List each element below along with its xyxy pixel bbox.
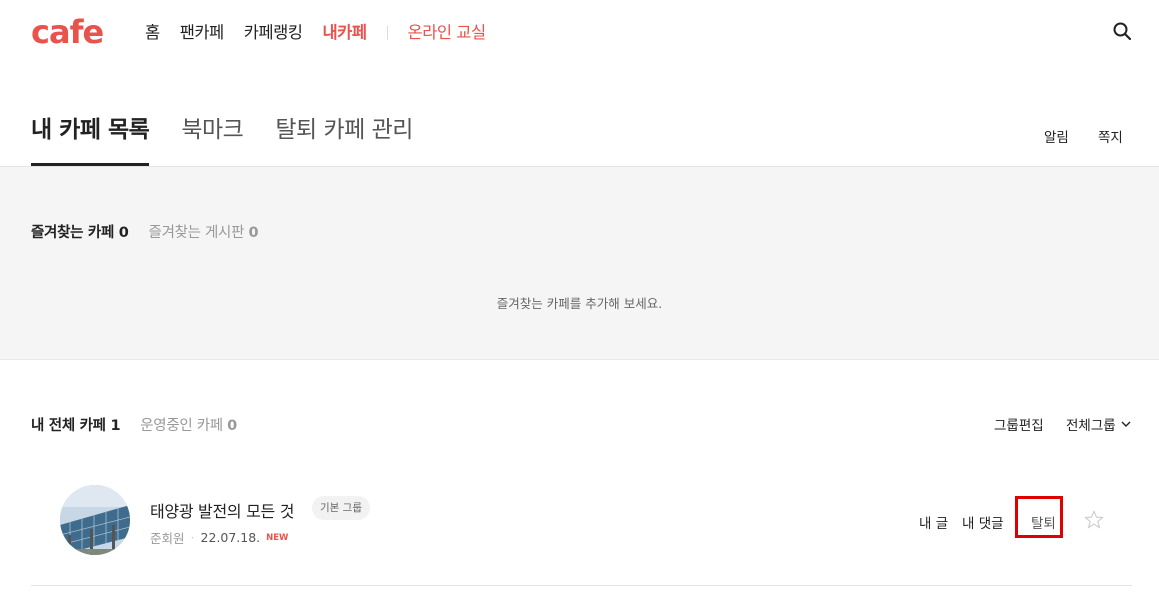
group-select-value: 전체그룹	[1066, 418, 1116, 434]
meta-separator: ·	[190, 530, 195, 545]
my-comments-link[interactable]: 내 댓글	[962, 512, 1004, 532]
tab-my-cafe-list[interactable]: 내 카페 목록	[31, 112, 150, 167]
alarm-link[interactable]: 알림	[1044, 126, 1069, 146]
cafe-meta: 준회원 · 22.07.18. NEW	[150, 528, 288, 547]
nav-home[interactable]: 홈	[145, 22, 160, 44]
group-select-dropdown[interactable]: 전체그룹	[1066, 414, 1132, 434]
managed-cafes-count: 0	[227, 418, 237, 434]
cafe-name-link[interactable]: 태양광 발전의 모든 것	[150, 498, 294, 522]
visit-date: 22.07.18.	[200, 530, 261, 545]
search-button[interactable]	[1111, 20, 1133, 42]
favorites-empty-message: 즐겨찾는 카페를 추가해 보세요.	[496, 296, 663, 311]
favorites-tabs: 즐겨찾는 카페 0 즐겨찾는 게시판 0	[31, 221, 278, 242]
cafe-list-item: 태양광 발전의 모든 것 기본 그룹 준회원 · 22.07.18. NEW 내…	[31, 466, 1132, 586]
favorite-star-button[interactable]	[1083, 509, 1105, 531]
tab-managed-cafes[interactable]: 운영중인 카페 0	[140, 414, 237, 435]
tab-all-cafes[interactable]: 내 전체 카페 1	[31, 414, 121, 435]
my-cafe-tabs: 내 카페 목록 북마크 탈퇴 카페 관리	[31, 112, 445, 167]
nav-online-class[interactable]: 온라인 교실	[408, 22, 487, 44]
tab-favorite-boards[interactable]: 즐겨찾는 게시판 0	[149, 221, 259, 242]
star-icon	[1084, 510, 1104, 529]
cafe-logo[interactable]: cafe	[31, 10, 104, 54]
cafe-thumbnail[interactable]	[60, 485, 130, 555]
group-edit-button[interactable]: 그룹편집	[994, 414, 1044, 434]
all-cafes-count: 1	[110, 418, 121, 434]
global-header: cafe 홈 팬카페 카페랭킹 내카페 온라인 교실	[0, 0, 1159, 66]
leave-cafe-button[interactable]: 탈퇴	[1031, 512, 1056, 532]
favorite-cafes-count: 0	[118, 225, 129, 241]
my-posts-link[interactable]: 내 글	[919, 512, 948, 532]
nav-cafe-ranking[interactable]: 카페랭킹	[244, 22, 303, 44]
tab-withdrawn-cafe[interactable]: 탈퇴 카페 관리	[275, 112, 413, 166]
nav-fancafe[interactable]: 팬카페	[180, 22, 225, 44]
solar-panel-image	[60, 485, 130, 555]
nav-divider	[386, 26, 388, 40]
tab-bookmark[interactable]: 북마크	[181, 112, 243, 166]
managed-cafes-label: 운영중인 카페	[140, 418, 223, 434]
favorite-boards-label: 즐겨찾는 게시판	[148, 225, 245, 241]
nav-my-cafe[interactable]: 내카페	[322, 22, 367, 44]
member-level: 준회원	[150, 531, 185, 546]
new-badge: NEW	[266, 532, 289, 543]
favorite-cafes-label: 즐겨찾는 카페	[31, 225, 114, 241]
group-badge: 기본 그룹	[312, 496, 370, 520]
my-cafes-tabs: 내 전체 카페 1 운영중인 카페 0	[31, 414, 257, 435]
search-icon	[1113, 22, 1132, 41]
tab-favorite-cafes[interactable]: 즐겨찾는 카페 0	[31, 221, 129, 242]
favorite-boards-count: 0	[248, 225, 259, 241]
chevron-down-icon	[1121, 421, 1131, 427]
all-cafes-label: 내 전체 카페	[31, 418, 106, 434]
note-link[interactable]: 쪽지	[1098, 126, 1123, 146]
favorites-section: 즐겨찾는 카페 0 즐겨찾는 게시판 0 즐겨찾는 카페를 추가해 보세요.	[0, 167, 1159, 360]
global-nav: 홈 팬카페 카페랭킹 내카페 온라인 교실	[145, 22, 506, 44]
